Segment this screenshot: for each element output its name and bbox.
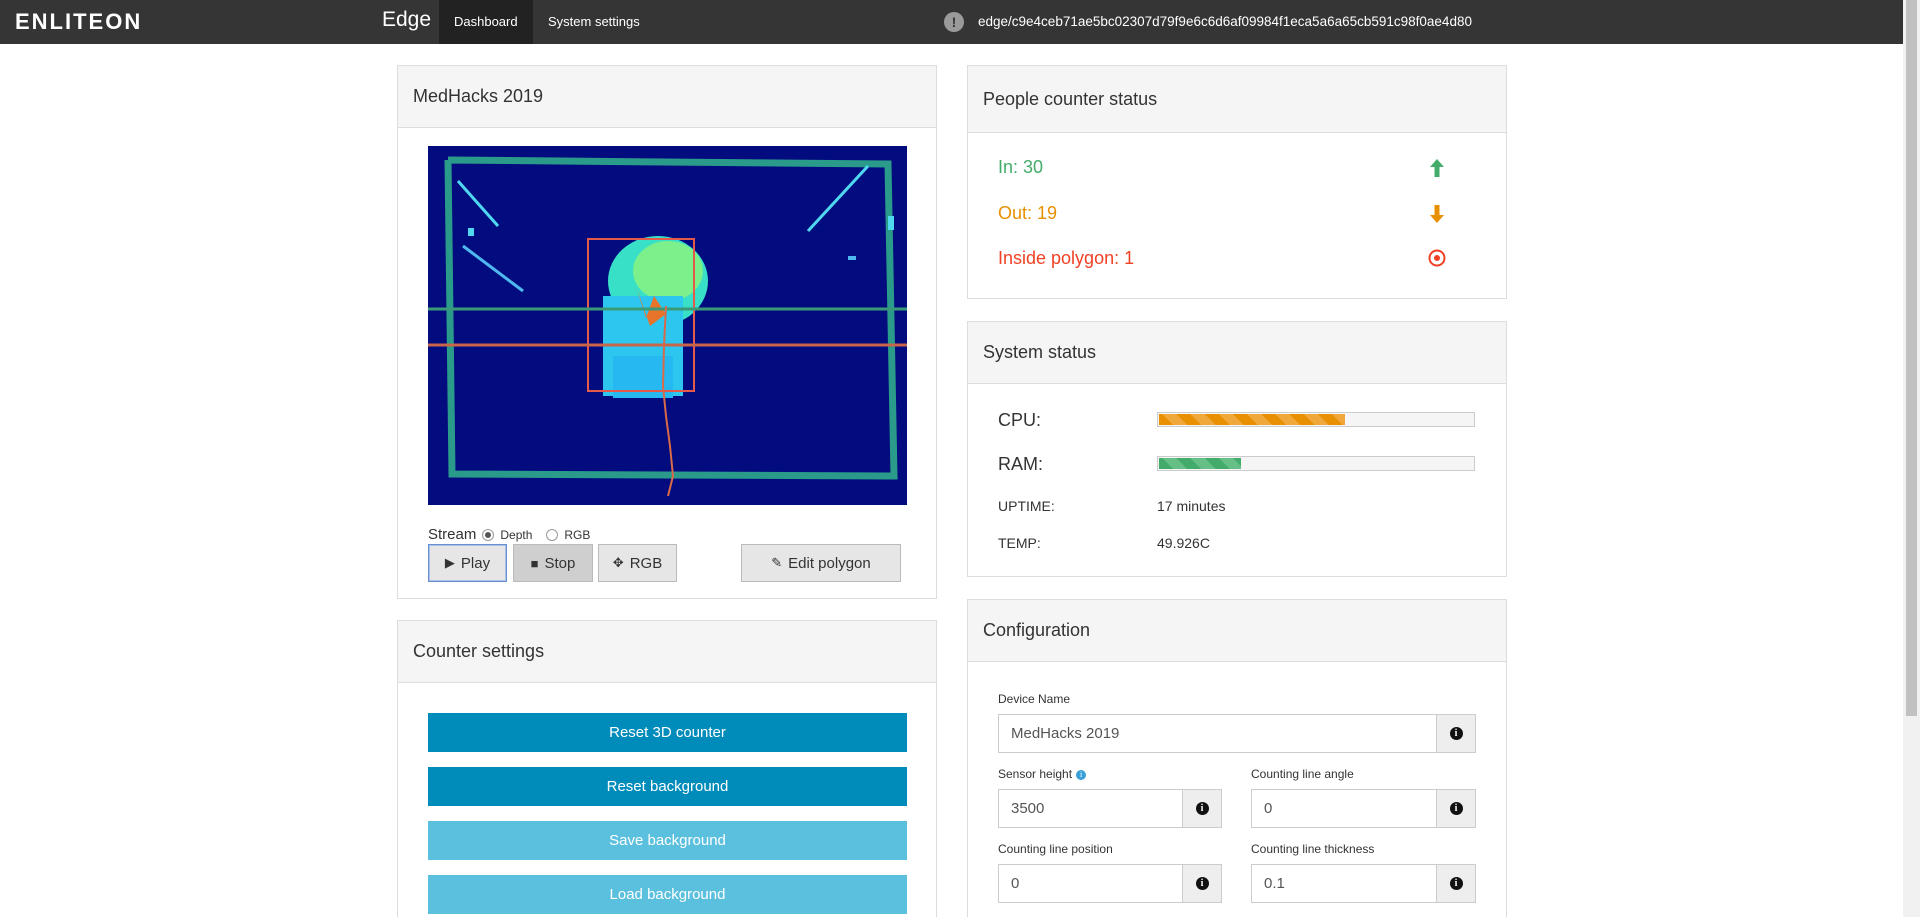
stop-button[interactable]: ■ Stop	[513, 544, 593, 582]
info-icon: i	[1449, 802, 1463, 815]
reset-background-button[interactable]: Reset background	[428, 767, 907, 806]
load-background-button[interactable]: Load background	[428, 875, 907, 914]
page-scrollbar[interactable]	[1903, 0, 1920, 917]
ram-progress-fill	[1159, 458, 1242, 469]
depth-image	[428, 146, 907, 505]
configuration-panel: Configuration Device Name MedHacks 2019 …	[967, 599, 1507, 917]
stream-depth-radio[interactable]	[482, 528, 495, 541]
device-name-input[interactable]: MedHacks 2019	[998, 714, 1437, 753]
device-name-info-button[interactable]: i	[1436, 714, 1476, 753]
stream-rgb-label: RGB	[564, 527, 591, 542]
system-status-title: System status	[968, 322, 1506, 384]
stop-button-label: Stop	[544, 554, 576, 572]
nav-link-dashboard[interactable]: Dashboard	[439, 0, 533, 44]
people-counter-panel: People counter status In: 30 Out: 19 Ins…	[967, 65, 1507, 299]
info-icon: i	[1449, 877, 1463, 890]
uptime-label: UPTIME:	[998, 498, 1055, 514]
arrow-down-icon	[1430, 205, 1444, 227]
device-id: edge/c9e4ceb71ae5bc02307d79f9e6c6d6af099…	[978, 14, 1472, 29]
cpu-progress-fill	[1159, 414, 1346, 425]
scrollbar-thumb[interactable]	[1906, 0, 1917, 716]
count-out: Out: 19	[998, 203, 1058, 223]
exclamation-circle-icon[interactable]: !	[944, 12, 964, 32]
counting-line-angle-info-button[interactable]: i	[1436, 789, 1476, 828]
sensor-height-input[interactable]: 3500	[998, 789, 1183, 828]
help-icon[interactable]: i	[1076, 770, 1087, 780]
rgb-button-label: RGB	[629, 554, 663, 572]
brand-logo[interactable]: ENLITEON	[15, 9, 142, 35]
navbar: ENLITEON Edge Dashboard System settings …	[0, 0, 1920, 44]
nav-link-system-settings[interactable]: System settings	[533, 0, 655, 44]
counting-line-angle-label: Counting line angle	[1251, 767, 1354, 781]
play-button-label: Play	[460, 554, 491, 572]
temp-value: 49.926C	[1157, 535, 1210, 551]
stream-depth-label: Depth	[500, 527, 533, 542]
app-title[interactable]: Edge	[382, 8, 431, 32]
info-icon: i	[1195, 802, 1209, 815]
play-icon: ▶	[444, 555, 455, 570]
move-icon: ✥	[612, 555, 624, 570]
play-button[interactable]: ▶ Play	[428, 544, 507, 582]
brand-text: ENLITEON	[15, 9, 143, 34]
depth-stream-view[interactable]	[428, 146, 907, 505]
save-background-button[interactable]: Save background	[428, 821, 907, 860]
count-in: In: 30	[998, 157, 1044, 177]
stream-selector: Stream Depth RGB	[428, 526, 598, 543]
target-icon	[1428, 249, 1446, 271]
rgb-button[interactable]: ✥ RGB	[598, 544, 677, 582]
edit-polygon-button[interactable]: ✎ Edit polygon	[741, 544, 901, 582]
people-counter-title: People counter status	[968, 66, 1506, 133]
counting-line-angle-input[interactable]: 0	[1251, 789, 1437, 828]
sensor-height-label: Sensor height i	[998, 767, 1087, 781]
count-inside-polygon: Inside polygon: 1	[998, 248, 1135, 268]
configuration-title: Configuration	[968, 600, 1506, 662]
camera-panel: MedHacks 2019 Stream Depth RGB ▶ Play ■ …	[397, 65, 937, 599]
counter-settings-title: Counter settings	[398, 621, 936, 683]
reset-3d-counter-button[interactable]: Reset 3D counter	[428, 713, 907, 752]
cpu-progress-bar	[1157, 412, 1475, 427]
arrow-up-icon	[1430, 159, 1444, 181]
temp-label: TEMP:	[998, 535, 1041, 551]
counting-line-position-input[interactable]: 0	[998, 864, 1183, 903]
camera-panel-title: MedHacks 2019	[398, 66, 936, 128]
info-icon: i	[1449, 727, 1463, 740]
ram-progress-bar	[1157, 456, 1475, 471]
pencil-icon: ✎	[771, 555, 783, 570]
system-status-panel: System status CPU: RAM: UPTIME: 17 minut…	[967, 321, 1507, 577]
info-icon: i	[1195, 877, 1209, 890]
counting-line-position-label: Counting line position	[998, 842, 1113, 856]
sensor-height-info-button[interactable]: i	[1182, 789, 1222, 828]
counting-line-thickness-input[interactable]: 0.1	[1251, 864, 1437, 903]
counting-line-thickness-info-button[interactable]: i	[1436, 864, 1476, 903]
counting-line-position-info-button[interactable]: i	[1182, 864, 1222, 903]
sensor-height-label-text: Sensor height	[998, 767, 1073, 781]
stream-label: Stream	[428, 526, 477, 543]
counting-line-thickness-label: Counting line thickness	[1251, 842, 1375, 856]
device-name-label: Device Name	[998, 692, 1071, 706]
stream-rgb-radio[interactable]	[546, 528, 559, 541]
cpu-label: CPU:	[998, 410, 1042, 430]
ram-label: RAM:	[998, 454, 1043, 474]
edit-polygon-button-label: Edit polygon	[788, 554, 871, 572]
uptime-value: 17 minutes	[1157, 498, 1226, 514]
stop-icon: ■	[530, 555, 539, 571]
counter-settings-panel: Counter settings Reset 3D counter Reset …	[397, 620, 937, 917]
